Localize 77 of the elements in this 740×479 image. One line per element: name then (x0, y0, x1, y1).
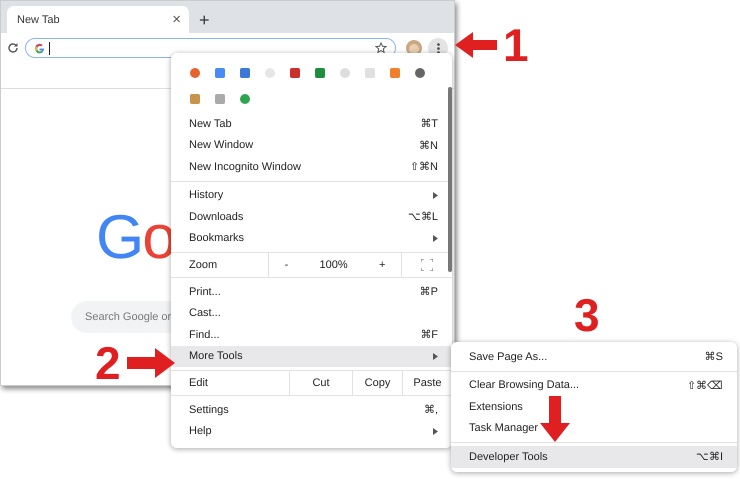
menu-item[interactable]: Task Manager (451, 418, 737, 439)
shortcut-text: ⇧⌘⌫ (687, 378, 723, 392)
submenu-caret-icon (433, 192, 438, 199)
shortcut-text: ⌥⌘I (696, 450, 723, 464)
shortcut-text: ⌘P (420, 285, 438, 298)
shortcut-text: ⇧⌘N (410, 160, 438, 174)
menu-item[interactable]: Developer Tools ⌥⌘I (451, 446, 737, 468)
menu-item[interactable]: Help (171, 420, 452, 442)
menu-item-label: New Incognito Window (189, 160, 302, 173)
menu-item-label: Find... (189, 328, 221, 341)
menu-item-label: History (189, 189, 224, 202)
submenu-caret-icon (433, 428, 438, 435)
step-number: 2 (95, 340, 121, 386)
menu-item-label: Developer Tools (469, 450, 549, 463)
extension-icon[interactable] (414, 67, 426, 79)
menu-item[interactable]: Settings ⌘, (171, 399, 452, 420)
menu-item-label: Cast... (189, 307, 222, 320)
extension-icon[interactable] (239, 93, 251, 105)
menu-item[interactable]: New Incognito Window ⇧⌘N (171, 156, 452, 178)
menu-item-label: Print... (189, 286, 222, 298)
shortcut-text: ⌘T (420, 117, 438, 130)
menu-item-label: Save Page As... (469, 350, 548, 363)
menu-item[interactable]: Clear Browsing Data... ⇧⌘⌫ (451, 374, 737, 396)
extension-icon[interactable] (239, 67, 251, 79)
edit-label: Edit (188, 376, 209, 391)
menu-item[interactable]: Downloads ⌥⌘L (171, 206, 452, 228)
menu-item-label: Settings (189, 404, 230, 416)
extension-icon[interactable] (189, 67, 201, 79)
shortcut-text: ⌥⌘L (408, 210, 438, 224)
fullscreen-icon (421, 259, 433, 271)
menu-item[interactable]: Save Page As... ⌘S (451, 346, 737, 368)
menu-item[interactable]: New Window ⌘N (171, 134, 452, 156)
menu-item-label: Help (189, 425, 213, 438)
extension-icon[interactable] (389, 67, 401, 79)
menu-item-label: New Window (189, 139, 254, 152)
zoom-level: 100% (320, 259, 348, 271)
zoom-label: Zoom (188, 258, 218, 273)
menu-item[interactable]: Bookmarks (171, 228, 452, 249)
search-placeholder: Search Google or (85, 311, 172, 323)
menu-item[interactable]: History (171, 184, 452, 206)
menu-item[interactable]: More Tools (171, 346, 452, 367)
reload-icon[interactable] (7, 42, 19, 54)
shortcut-text: ⌘S (704, 350, 723, 364)
shortcut-text: ⌘N (419, 138, 438, 152)
menu-item-label: New Tab (189, 118, 233, 130)
menu-item-label: Clear Browsing Data... (469, 379, 580, 392)
google-g-icon (34, 42, 45, 54)
star-icon[interactable] (375, 42, 387, 54)
submenu-caret-icon (433, 352, 438, 360)
extension-icon[interactable] (214, 67, 226, 79)
zoom-in-button[interactable]: + (378, 259, 386, 271)
close-tab-button[interactable]: × (172, 12, 181, 27)
shortcut-text: ⌘, (424, 403, 438, 416)
menu-item-label: Bookmarks (189, 232, 246, 244)
step-number: 1 (503, 22, 529, 68)
new-tab-button[interactable]: + (199, 11, 210, 29)
zoom-out-button[interactable]: - (284, 259, 288, 271)
step-number: 3 (574, 292, 600, 338)
text-cursor (49, 42, 50, 54)
submenu-caret-icon (433, 234, 438, 242)
extension-icon[interactable] (314, 67, 326, 79)
menu-item-label: More Tools (189, 350, 244, 362)
arrow-left-icon (455, 32, 497, 58)
extension-icon[interactable] (189, 93, 201, 105)
menu-item[interactable]: Print... ⌘P (171, 281, 452, 302)
menu-item-label: Task Manager (469, 422, 540, 434)
menu-item-label: Extensions (469, 400, 524, 413)
browser-tab[interactable]: New Tab × (7, 6, 189, 33)
tab-title: New Tab (17, 14, 60, 26)
arrow-right-icon (126, 348, 175, 378)
menu-item[interactable]: New Tab ⌘T (171, 113, 452, 134)
menu-item[interactable]: Extensions (451, 396, 737, 418)
arrow-down-icon (540, 396, 570, 442)
menu-icon (436, 42, 440, 54)
menu-item-label: Downloads (189, 210, 244, 223)
extension-icon[interactable] (289, 67, 301, 79)
shortcut-text: ⌘F (420, 328, 438, 342)
